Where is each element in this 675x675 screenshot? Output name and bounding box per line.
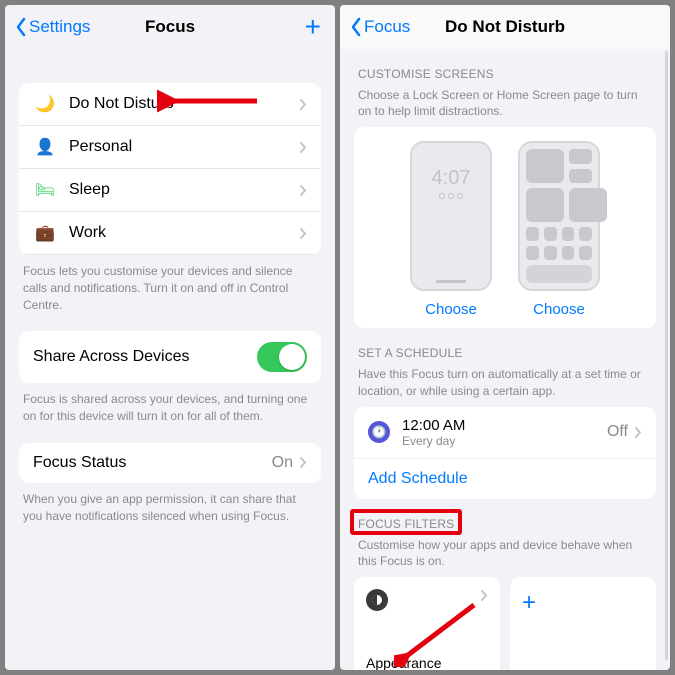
moon-icon: 🌙 (33, 94, 57, 114)
customise-screens-card: 4:07 Choose (354, 127, 656, 328)
lock-time: 4:07 (432, 167, 471, 190)
back-label: Focus (364, 17, 410, 37)
share-across-devices-row[interactable]: Share Across Devices (19, 331, 321, 383)
focus-modes-list: 🌙 Do Not Disturb 👤 Personal 🛏 Sleep 💼 Wo… (19, 83, 321, 255)
focus-status-row[interactable]: Focus Status On (19, 443, 321, 483)
row-label: Work (69, 224, 299, 242)
appearance-icon (366, 589, 388, 611)
row-label: Sleep (69, 181, 299, 199)
choose-lock-button[interactable]: Choose (425, 291, 477, 322)
bed-icon: 🛏 (33, 180, 57, 200)
filters-header: FOCUS FILTERS (354, 499, 458, 535)
filters-desc: Customise how your apps and device behav… (354, 535, 656, 577)
chevron-right-icon (299, 456, 307, 469)
share-across-devices-card: Share Across Devices (19, 331, 321, 383)
filter-name: Appearance (366, 655, 488, 670)
back-label: Settings (29, 17, 90, 37)
page-title: Focus (145, 17, 195, 37)
schedule-desc: Have this Focus turn on automatically at… (354, 364, 656, 406)
row-label: Focus Status (33, 454, 272, 472)
screen-focus-list: Settings Focus + 🌙 Do Not Disturb 👤 Pers… (5, 5, 335, 670)
plus-icon: + (522, 589, 644, 617)
choose-home-button[interactable]: Choose (533, 291, 585, 322)
chevron-left-icon (15, 17, 27, 37)
navbar: Settings Focus + (5, 5, 335, 49)
briefcase-icon: 💼 (33, 223, 57, 243)
focus-mode-sleep[interactable]: 🛏 Sleep (19, 169, 321, 212)
chevron-right-icon (480, 589, 488, 602)
chevron-right-icon (634, 426, 642, 439)
schedule-header: SET A SCHEDULE (354, 328, 656, 364)
clock-icon: 🕐 (368, 421, 390, 443)
focus-mode-personal[interactable]: 👤 Personal (19, 126, 321, 169)
row-label: Do Not Disturb (69, 95, 299, 113)
schedule-off-label: Off (607, 423, 628, 441)
add-focus-button[interactable]: + (305, 11, 325, 43)
focus-mode-do-not-disturb[interactable]: 🌙 Do Not Disturb (19, 83, 321, 126)
row-label: Share Across Devices (33, 348, 257, 366)
back-button[interactable]: Settings (15, 17, 90, 37)
row-label: Personal (69, 138, 299, 156)
add-filter-card[interactable]: + Add Filter (510, 577, 656, 670)
chevron-left-icon (350, 17, 362, 37)
add-filter-label: Add Filter (522, 668, 644, 670)
screen-do-not-disturb: Focus Do Not Disturb CUSTOMISE SCREENS C… (340, 5, 670, 670)
add-schedule-button[interactable]: Add Schedule (354, 459, 656, 499)
navbar: Focus Do Not Disturb (340, 5, 670, 49)
focus-description: Focus lets you customise your devices an… (19, 255, 321, 317)
chevron-right-icon (299, 98, 307, 111)
chevron-right-icon (299, 184, 307, 197)
person-icon: 👤 (33, 137, 57, 157)
status-description: When you give an app permission, it can … (19, 483, 321, 529)
content-area: CUSTOMISE SCREENS Choose a Lock Screen o… (340, 49, 670, 670)
filter-appearance-card[interactable]: Appearance Set to Dark (354, 577, 500, 670)
customise-desc: Choose a Lock Screen or Home Screen page… (354, 85, 656, 127)
home-screen-preview[interactable]: Choose (514, 141, 604, 322)
back-button[interactable]: Focus (350, 17, 410, 37)
share-description: Focus is shared across your devices, and… (19, 383, 321, 429)
share-toggle[interactable] (257, 342, 307, 372)
content-area: 🌙 Do Not Disturb 👤 Personal 🛏 Sleep 💼 Wo… (5, 49, 335, 670)
row-value: On (272, 454, 293, 472)
chevron-right-icon (299, 141, 307, 154)
page-title: Do Not Disturb (445, 17, 565, 37)
schedule-sub: Every day (402, 434, 607, 448)
focus-status-card: Focus Status On (19, 443, 321, 483)
schedule-entry[interactable]: 🕐 12:00 AM Every day Off (354, 407, 656, 459)
lock-screen-preview[interactable]: 4:07 Choose (406, 141, 496, 322)
focus-mode-work[interactable]: 💼 Work (19, 212, 321, 255)
schedule-time: 12:00 AM (402, 417, 607, 434)
customise-header: CUSTOMISE SCREENS (354, 49, 656, 85)
chevron-right-icon (299, 227, 307, 240)
schedule-card: 🕐 12:00 AM Every day Off Add Schedule (354, 407, 656, 499)
lock-widgets (439, 193, 463, 199)
